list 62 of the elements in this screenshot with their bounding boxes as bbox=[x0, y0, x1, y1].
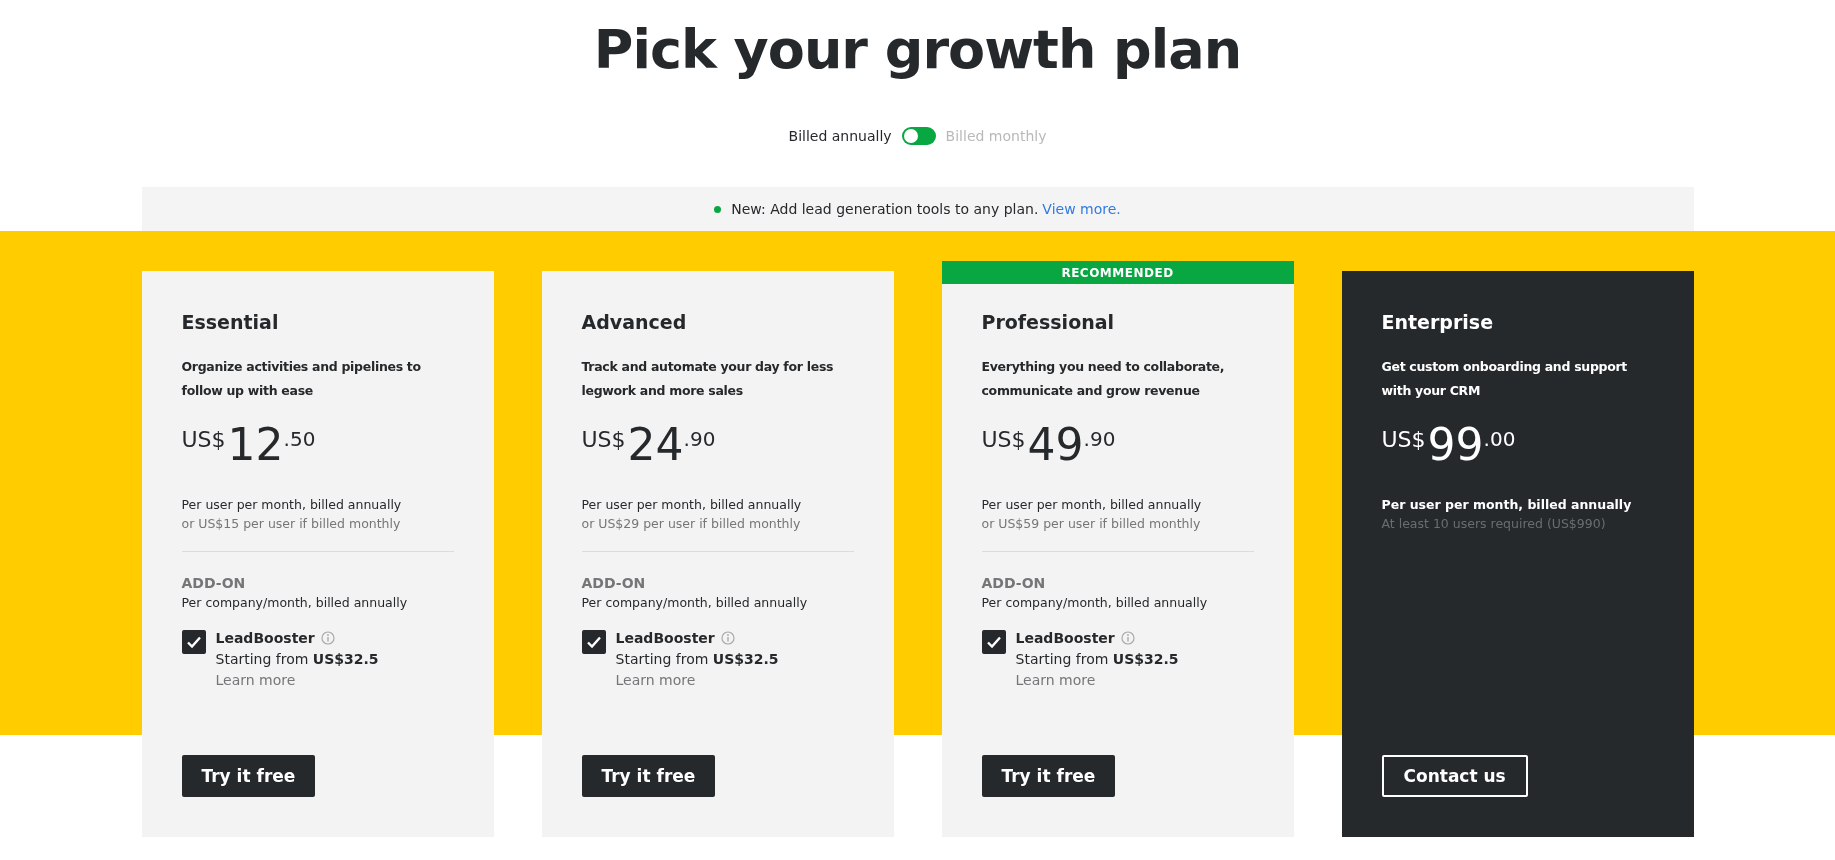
billing-switch[interactable] bbox=[901, 127, 936, 145]
price-amount: 49 bbox=[1027, 421, 1084, 469]
addon-checkbox[interactable] bbox=[581, 630, 606, 654]
secondary-note: or US$59 per user if billed monthly bbox=[981, 516, 1202, 531]
plan-description: Get custom onboarding and support with your CRM bbox=[1381, 358, 1628, 400]
learn-more-link[interactable]: Learn more bbox=[1015, 672, 1179, 688]
addon-name: LeadBooster bbox=[215, 630, 315, 646]
price-currency: US$ bbox=[581, 427, 626, 452]
page-title: Pick your growth plan bbox=[593, 18, 1242, 81]
addon-checkbox[interactable] bbox=[981, 630, 1006, 654]
price-amount: 24 bbox=[627, 421, 684, 469]
price-amount: 99 bbox=[1427, 421, 1484, 469]
info-icon[interactable] bbox=[1120, 631, 1135, 645]
price-currency: US$ bbox=[981, 427, 1026, 452]
plan-name: Professional bbox=[981, 311, 1116, 333]
info-icon[interactable] bbox=[720, 631, 735, 645]
addon-price: Starting from US$32.5 bbox=[215, 651, 379, 667]
learn-more-link[interactable]: Learn more bbox=[215, 672, 379, 688]
addon-heading: ADD-ON bbox=[181, 575, 247, 591]
checkmark-icon bbox=[185, 635, 202, 649]
price-currency: US$ bbox=[181, 427, 226, 452]
addon-price: Starting from US$32.5 bbox=[615, 651, 779, 667]
billing-note: Per user per month, billed annually bbox=[1381, 497, 1633, 512]
billing-note: Per user per month, billed annually bbox=[981, 497, 1203, 512]
try-free-button[interactable]: Try it free bbox=[581, 755, 716, 797]
price-currency: US$ bbox=[1381, 427, 1426, 452]
billing-note: Per user per month, billed annually bbox=[581, 497, 803, 512]
plan-description: Organize activities and pipelines to follow up with ease bbox=[181, 358, 422, 400]
notice-text: New: Add lead generation tools to any plan. bbox=[731, 201, 1039, 217]
plan-name: Essential bbox=[181, 311, 280, 333]
addon-note: Per company/month, billed annually bbox=[981, 595, 1209, 610]
addon-checkbox[interactable] bbox=[181, 630, 206, 654]
addon-price: Starting from US$32.5 bbox=[1015, 651, 1179, 667]
secondary-note: At least 10 users required (US$990) bbox=[1381, 516, 1607, 531]
plan-description: Everything you need to collaborate, communicate and grow revenue bbox=[981, 358, 1226, 400]
checkmark-icon bbox=[585, 635, 602, 649]
billing-option[interactable]: Billed annually bbox=[788, 128, 892, 144]
plan-description: Track and automate your day for less legwork and more sales bbox=[581, 358, 835, 400]
contact-button[interactable]: Contact us bbox=[1381, 755, 1528, 797]
recommended-badge: RECOMMENDED bbox=[941, 261, 1294, 284]
plan-name: Enterprise bbox=[1381, 311, 1495, 333]
secondary-note: or US$29 per user if billed monthly bbox=[581, 516, 802, 531]
checkmark-icon bbox=[985, 635, 1002, 649]
info-icon[interactable] bbox=[320, 631, 335, 645]
price-cents: .50 bbox=[283, 427, 316, 451]
price-cents: .90 bbox=[683, 427, 716, 451]
secondary-note: or US$15 per user if billed monthly bbox=[181, 516, 402, 531]
addon-name: LeadBooster bbox=[615, 630, 715, 646]
price-cents: .00 bbox=[1483, 427, 1516, 451]
price-cents: .90 bbox=[1083, 427, 1116, 451]
addon-heading: ADD-ON bbox=[581, 575, 647, 591]
plan-name: Advanced bbox=[581, 311, 688, 333]
price-amount: 12 bbox=[227, 421, 284, 469]
try-free-button[interactable]: Try it free bbox=[181, 755, 316, 797]
learn-more-link[interactable]: Learn more bbox=[615, 672, 779, 688]
addon-note: Per company/month, billed annually bbox=[581, 595, 809, 610]
try-free-button[interactable]: Try it free bbox=[981, 755, 1116, 797]
addon-note: Per company/month, billed annually bbox=[181, 595, 409, 610]
view-more-link[interactable]: View more. bbox=[1042, 201, 1121, 217]
addon-heading: ADD-ON bbox=[981, 575, 1047, 591]
addon-name: LeadBooster bbox=[1015, 630, 1115, 646]
billing-note: Per user per month, billed annually bbox=[181, 497, 403, 512]
